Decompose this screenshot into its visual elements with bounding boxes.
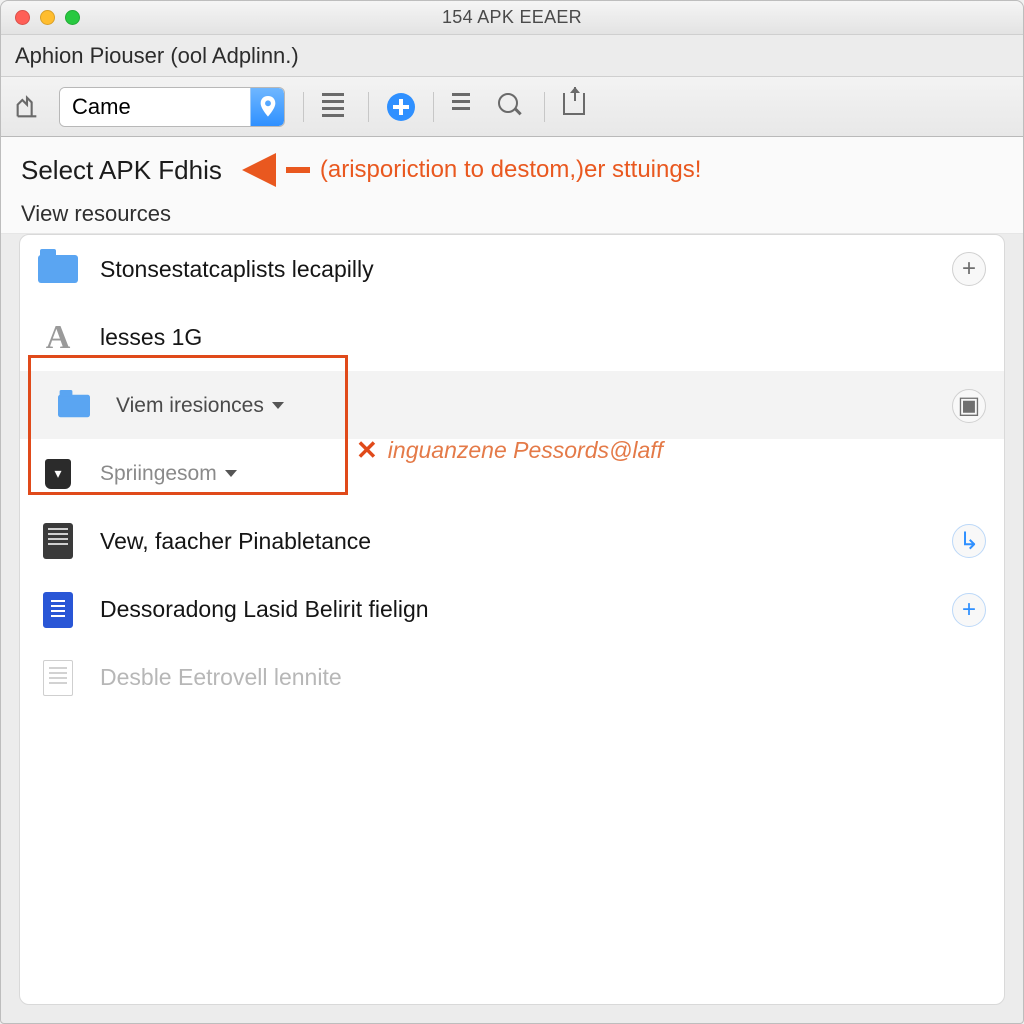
list-item[interactable]: Dessoradong Lasid Belirit fielign + (20, 575, 1004, 643)
add-icon[interactable] (387, 93, 415, 121)
list-item-label: Spriingesom (100, 462, 237, 486)
annotation-text: inguanzene Pessords@laff (388, 437, 663, 464)
export-icon[interactable] (563, 93, 591, 121)
callout-text: (arisporiction to destom,)er sttuings! (320, 156, 701, 184)
add-button[interactable]: + (952, 593, 986, 627)
list-item-label: Viem iresionces (116, 394, 284, 418)
zoom-icon[interactable] (498, 93, 526, 121)
list-item[interactable]: A lesses 1G (20, 303, 1004, 371)
list-item[interactable]: Viem iresionces ▣ (20, 371, 1004, 439)
section-subtitle: View resources (21, 201, 1005, 227)
list-item[interactable]: Vew, faacher Pinabletance ↳ (20, 507, 1004, 575)
window-title: 154 APK EEAER (1, 7, 1023, 28)
resource-panel: Stonsestatcaplists lecapilly + A lesses … (19, 234, 1005, 1005)
source-picker[interactable] (59, 87, 285, 127)
breadcrumb: Aphion Piouser (ool Adplinn.) (1, 35, 1023, 77)
app-action-icon[interactable]: ▣ (952, 389, 986, 423)
page-icon (38, 661, 78, 695)
font-icon: A (38, 321, 78, 355)
add-button[interactable]: ↳ (952, 524, 986, 558)
titlebar: 154 APK EEAER (1, 1, 1023, 35)
breadcrumb-text: Aphion Piouser (ool Adplinn.) (15, 43, 299, 69)
list-item-label: lesses 1G (100, 324, 202, 351)
toolbar-separator (544, 92, 545, 122)
location-pin-icon[interactable] (250, 88, 284, 126)
toolbar-separator (368, 92, 369, 122)
list-item-label: Desble Eetrovell lennite (100, 664, 342, 691)
hand-tool-icon[interactable] (13, 93, 41, 121)
callout-arrow-stem (286, 167, 310, 173)
list-view-icon[interactable] (322, 93, 350, 121)
toolbar-separator (303, 92, 304, 122)
callout-arrow-icon (242, 153, 276, 187)
app-window: 154 APK EEAER Aphion Piouser (ool Adplin… (0, 0, 1024, 1024)
list-item-label: Stonsestatcaplists lecapilly (100, 256, 374, 283)
folder-icon (38, 252, 78, 286)
toolbar-separator (433, 92, 434, 122)
list-item[interactable]: Desble Eetrovell lennite (20, 643, 1004, 711)
add-button[interactable]: + (952, 252, 986, 286)
list-item[interactable]: Stonsestatcaplists lecapilly + (20, 235, 1004, 303)
folder-icon (54, 389, 94, 423)
chevron-down-icon (225, 470, 237, 477)
chevron-down-icon (272, 402, 284, 409)
error-x-icon: ✕ (356, 435, 378, 466)
shield-icon: ▾ (38, 457, 78, 491)
inline-annotation: ✕ inguanzene Pessords@laff (356, 435, 663, 466)
align-icon[interactable] (452, 93, 480, 121)
document-icon (38, 593, 78, 627)
list-item-label: Vew, faacher Pinabletance (100, 528, 371, 555)
toolbar (1, 77, 1023, 137)
header-area: Select APK Fdhis (arisporiction to desto… (1, 137, 1023, 234)
source-picker-input[interactable] (60, 88, 250, 126)
list-item-label: Dessoradong Lasid Belirit fielign (100, 596, 429, 623)
page-title: Select APK Fdhis (21, 155, 222, 186)
document-icon (38, 524, 78, 558)
